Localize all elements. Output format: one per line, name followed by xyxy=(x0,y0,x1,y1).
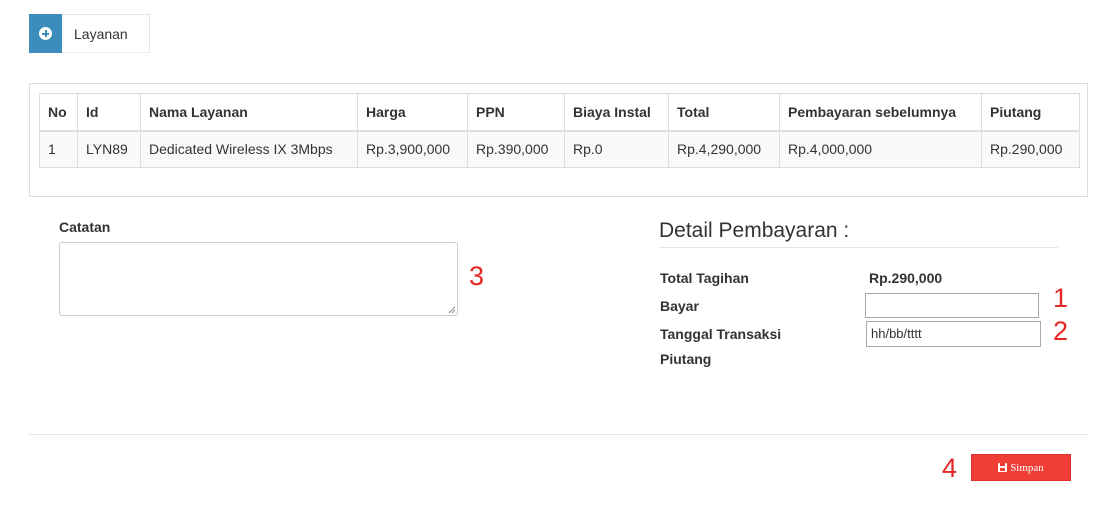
annotation-number: 1 xyxy=(1053,283,1069,313)
table-cell: Rp.3,900,000 xyxy=(357,130,468,168)
detail-pembayaran-title: Detail Pembayaran : xyxy=(659,219,850,242)
catatan-textarea[interactable] xyxy=(59,242,458,316)
save-button-label: Simpan xyxy=(1010,461,1044,474)
divider xyxy=(659,247,1058,248)
table-cell: Rp.0 xyxy=(564,130,669,168)
table-header-row: No Id Nama Layanan Harga PPN Biaya Insta… xyxy=(39,93,1080,132)
column-header: Biaya Instal xyxy=(564,93,669,132)
annotation-number: 4 xyxy=(942,453,958,483)
catatan-label: Catatan xyxy=(59,219,111,235)
annotation-number: 3 xyxy=(469,261,485,291)
tab-layanan[interactable]: Layanan xyxy=(29,14,150,53)
table-cell: LYN89 xyxy=(77,130,141,168)
column-header: Nama Layanan xyxy=(140,93,358,132)
column-header: Harga xyxy=(357,93,468,132)
table-cell: Rp.4,290,000 xyxy=(668,130,780,168)
column-header: Total xyxy=(668,93,780,132)
column-header: PPN xyxy=(467,93,565,132)
piutang-label: Piutang xyxy=(660,351,712,367)
total-tagihan-value: Rp.290,000 xyxy=(869,270,943,286)
annotation-number: 2 xyxy=(1053,316,1069,346)
column-header: No xyxy=(39,93,78,132)
floppy-disk-icon xyxy=(998,463,1008,472)
bayar-label: Bayar xyxy=(660,298,699,314)
table-cell: Rp.390,000 xyxy=(467,130,565,168)
table-cell: Dedicated Wireless IX 3Mbps xyxy=(140,130,358,168)
tab-label: Layanan xyxy=(74,26,128,42)
column-header: Id xyxy=(77,93,141,132)
services-table-panel: No Id Nama Layanan Harga PPN Biaya Insta… xyxy=(29,83,1088,197)
table-cell: Rp.4,000,000 xyxy=(779,130,982,168)
services-table: No Id Nama Layanan Harga PPN Biaya Insta… xyxy=(39,93,1080,168)
resize-grip-icon[interactable] xyxy=(448,306,456,314)
add-tab-button[interactable] xyxy=(29,14,62,53)
save-button[interactable]: Simpan xyxy=(971,454,1071,481)
divider xyxy=(29,434,1088,435)
plus-circle-icon xyxy=(39,27,52,40)
column-header: Pembayaran sebelumnya xyxy=(779,93,982,132)
table-row: 1 LYN89 Dedicated Wireless IX 3Mbps Rp.3… xyxy=(39,130,1080,168)
column-header: Piutang xyxy=(981,93,1080,132)
total-tagihan-label: Total Tagihan xyxy=(660,270,749,286)
tanggal-transaksi-label: Tanggal Transaksi xyxy=(660,326,782,342)
table-cell: 1 xyxy=(39,130,78,168)
tanggal-transaksi-input[interactable]: hh/bb/tttt xyxy=(866,321,1041,347)
table-cell: Rp.290,000 xyxy=(981,130,1080,168)
bayar-input[interactable] xyxy=(865,293,1039,318)
